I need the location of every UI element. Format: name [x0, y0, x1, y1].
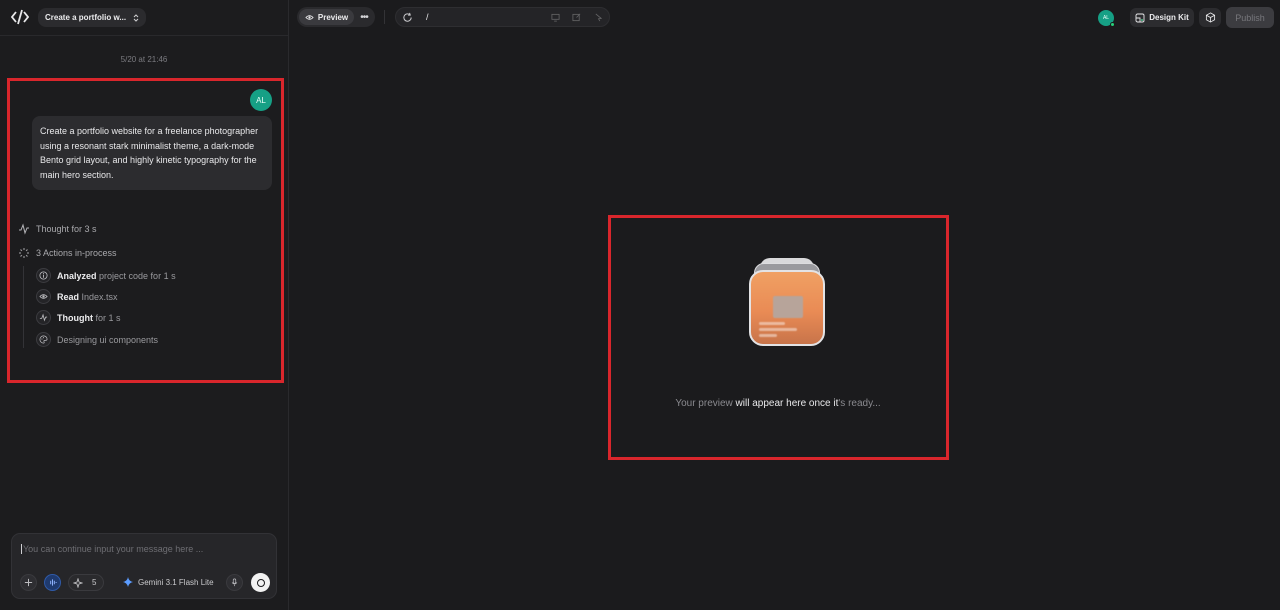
- card-text-line: [759, 322, 785, 325]
- view-tabs: Preview •••: [297, 7, 375, 27]
- card-thumbnail: [773, 296, 803, 318]
- credits-count: 5: [92, 578, 97, 587]
- pulse-icon: [36, 310, 51, 325]
- message-composer[interactable]: You can continue input your message here…: [11, 533, 277, 599]
- thought-step[interactable]: Thought for 3 s: [18, 223, 97, 235]
- card-text-line: [759, 328, 797, 331]
- pointer-icon[interactable]: [594, 13, 603, 22]
- credits-pill[interactable]: 5: [68, 574, 104, 591]
- voice-wave-button[interactable]: [44, 574, 61, 591]
- action-item[interactable]: Thought for 1 s: [36, 310, 121, 325]
- info-icon: [36, 268, 51, 283]
- desktop-icon[interactable]: [551, 13, 560, 22]
- plus-icon: [24, 578, 33, 587]
- action-text: Designing ui components: [57, 334, 159, 345]
- sparkle-icon: [73, 577, 83, 588]
- chevron-updown-icon: [133, 13, 139, 22]
- project-selector-button[interactable]: Create a portfolio w...: [38, 8, 146, 27]
- eye-icon: [36, 289, 51, 304]
- toolbar-divider: [384, 10, 385, 24]
- user-message-bubble: Create a portfolio website for a freelan…: [32, 116, 272, 190]
- address-path: /: [426, 12, 429, 22]
- action-text: Analyzed project code for 1 s: [57, 270, 176, 281]
- action-text: Read Index.tsx: [57, 291, 118, 302]
- tab-preview[interactable]: Preview: [299, 9, 354, 25]
- thought-label: Thought for 3 s: [36, 224, 97, 234]
- add-button[interactable]: [20, 574, 37, 591]
- spinner-icon: [19, 248, 29, 258]
- design-kit-label: Design Kit: [1149, 13, 1189, 22]
- address-bar[interactable]: /: [395, 7, 610, 27]
- stop-generation-button[interactable]: [251, 573, 270, 592]
- composer-input[interactable]: You can continue input your message here…: [21, 544, 203, 554]
- actions-status-label: 3 Actions in-process: [36, 248, 117, 258]
- tab-preview-label: Preview: [317, 12, 349, 22]
- gemini-star-icon: [123, 577, 133, 587]
- palette-icon: [36, 332, 51, 347]
- actions-divider: [23, 266, 24, 348]
- action-text: Thought for 1 s: [57, 312, 121, 323]
- preview-toolbar: Preview ••• / AL Design Kit Publish: [290, 0, 1280, 36]
- action-item[interactable]: Read Index.tsx: [36, 289, 118, 304]
- collaborator-avatar[interactable]: AL: [1098, 10, 1115, 27]
- microphone-icon: [231, 578, 238, 587]
- actions-status[interactable]: 3 Actions in-process: [18, 247, 117, 259]
- collaborator-initials: AL: [1102, 15, 1110, 21]
- action-item[interactable]: Analyzed project code for 1 s: [36, 268, 176, 283]
- chat-header: Create a portfolio w...: [0, 0, 288, 36]
- design-kit-button[interactable]: Design Kit: [1130, 8, 1194, 27]
- code-logo-icon[interactable]: [11, 9, 29, 25]
- project-title: Create a portfolio w...: [45, 13, 127, 22]
- model-name: Gemini 3.1 Flash Lite: [138, 577, 214, 587]
- design-kit-icon: [1135, 13, 1145, 22]
- reload-icon[interactable]: [402, 12, 413, 23]
- publish-button[interactable]: Publish: [1226, 7, 1274, 28]
- action-item[interactable]: Designing ui components: [36, 332, 158, 347]
- external-link-icon[interactable]: [572, 13, 581, 22]
- share-cube-button[interactable]: [1199, 8, 1221, 27]
- online-status-dot: [1110, 22, 1115, 27]
- more-options-icon[interactable]: •••: [357, 10, 371, 24]
- preview-loading-illustration: [749, 258, 825, 346]
- pulse-icon: [19, 223, 29, 235]
- message-timestamp: 5/20 at 21:46: [120, 55, 168, 64]
- preview-status-message: Your preview will appear here once it's …: [675, 398, 881, 409]
- microphone-button[interactable]: [226, 574, 243, 591]
- model-selector[interactable]: Gemini 3.1 Flash Lite: [123, 577, 214, 587]
- user-avatar: AL: [250, 89, 272, 111]
- eye-icon: [305, 14, 314, 20]
- stop-icon: [256, 578, 265, 587]
- stacked-card-front: [749, 270, 825, 346]
- cube-icon: [1205, 12, 1215, 23]
- chat-panel: Create a portfolio w... 5/20 at 21:46 AL…: [0, 0, 289, 610]
- waveform-icon: [50, 579, 57, 586]
- card-text-line: [759, 334, 777, 337]
